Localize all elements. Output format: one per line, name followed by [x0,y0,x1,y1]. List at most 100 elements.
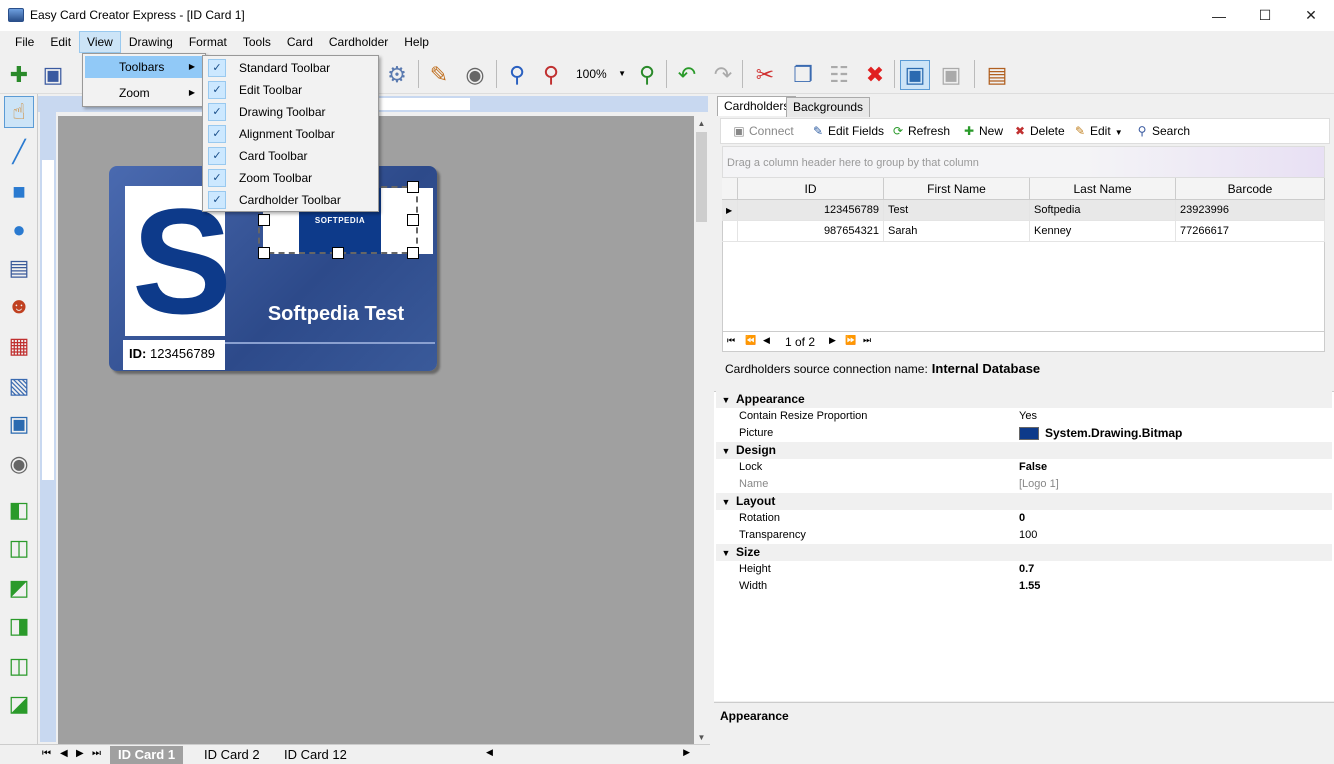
property-row[interactable]: Width 1.55 [716,578,1332,595]
property-value[interactable]: 0 [1019,510,1025,527]
menu-cardholder[interactable]: Cardholder [321,31,396,53]
property-row[interactable]: Transparency 100 [716,527,1332,544]
fingerprint-icon[interactable]: ◉ [460,60,490,90]
resize-handle[interactable] [407,214,419,226]
new-button[interactable]: ✚ New [962,123,1003,139]
column-header-id[interactable]: ID [738,178,884,200]
table-cell[interactable]: Test [884,200,1030,221]
property-value[interactable]: 100 [1019,527,1037,544]
card-front-icon[interactable]: ▣ [900,60,930,90]
image-tool-icon[interactable]: ▣ [4,408,34,440]
next-sheet-icon[interactable]: ▶ [76,748,84,759]
prev-page-group-icon[interactable]: ⏪ [745,335,756,346]
close-button[interactable]: ✕ [1288,0,1334,31]
resize-handle[interactable] [332,247,344,259]
menu-help[interactable]: Help [396,31,437,53]
menu-edit[interactable]: Edit [42,31,79,53]
property-row[interactable]: Name [Logo 1] [716,476,1332,493]
table-cell[interactable]: Sarah [884,221,1030,242]
rectangle-tool-icon[interactable]: ■ [4,176,34,208]
column-header-last-name[interactable]: Last Name [1030,178,1176,200]
resize-handle[interactable] [407,247,419,259]
tab-id-card-12[interactable]: ID Card 12 [276,746,355,764]
menu-item-card-toolbar[interactable]: ✓ Card Toolbar [205,145,376,167]
menu-item-drawing-toolbar[interactable]: ✓ Drawing Toolbar [205,101,376,123]
horizontal-scrollbar[interactable]: ◀ ▶ [486,747,694,761]
menu-item-standard-toolbar[interactable]: ✓ Standard Toolbar [205,57,376,79]
first-page-icon[interactable]: ⏮ [727,335,735,346]
property-value[interactable]: System.Drawing.Bitmap [1019,425,1182,442]
scrollbar-thumb[interactable] [696,132,707,222]
fingerprint-tool-icon[interactable]: ◉ [4,448,34,480]
property-value[interactable]: False [1019,459,1047,476]
align-bottom-icon[interactable]: ◪ [4,688,34,720]
column-header-barcode[interactable]: Barcode [1176,178,1325,200]
vertical-scrollbar[interactable]: ▲ ▼ [694,116,709,746]
prev-page-icon[interactable]: ◀ [763,335,770,346]
menu-format[interactable]: Format [181,31,235,53]
collapse-icon[interactable]: ▼ [716,392,736,409]
menu-file[interactable]: File [7,31,42,53]
prev-sheet-icon[interactable]: ◀ [60,748,68,759]
line-tool-icon[interactable]: ╱ [4,136,34,168]
property-row[interactable]: Contain Resize Proportion Yes [716,408,1332,425]
copy-icon[interactable]: ❐ [788,60,818,90]
search-button[interactable]: ⚲ Search [1135,123,1190,139]
collapse-icon[interactable]: ▼ [716,545,736,562]
menu-view[interactable]: View [79,31,121,53]
collapse-icon[interactable]: ▼ [716,494,736,511]
tab-cardholders[interactable]: Cardholders [717,96,797,116]
settings-icon[interactable]: ⚙ [382,60,412,90]
scroll-down-icon[interactable]: ▼ [694,730,709,745]
align-right-icon[interactable]: ◨ [4,610,34,642]
zoom-minus-icon[interactable]: ⚲ [536,60,566,90]
property-value[interactable]: 0.7 [1019,561,1034,578]
edit-fields-button[interactable]: ✎ Edit Fields [811,123,884,139]
tab-id-card-2[interactable]: ID Card 2 [196,746,268,764]
property-row[interactable]: Picture System.Drawing.Bitmap [716,425,1332,442]
align-top-icon[interactable]: ◩ [4,572,34,604]
photo-tool-icon[interactable]: ☻ [4,290,34,322]
pointer-hand-icon[interactable]: ☝ [4,96,34,128]
delete-icon[interactable]: ✖ [860,60,890,90]
barcode-tool-icon[interactable]: ▧ [4,370,34,402]
scroll-left-icon[interactable]: ◀ [486,747,493,758]
menu-drawing[interactable]: Drawing [121,31,181,53]
menu-card[interactable]: Card [279,31,321,53]
resize-handle[interactable] [258,214,270,226]
refresh-button[interactable]: ⟳ Refresh [891,123,950,139]
table-cell[interactable]: Kenney [1030,221,1176,242]
cut-icon[interactable]: ✂ [750,60,780,90]
menu-item-cardholder-toolbar[interactable]: ✓ Cardholder Toolbar [205,189,376,211]
property-value[interactable]: Yes [1019,408,1037,425]
card-id-field[interactable]: ID: 123456789 [123,340,225,370]
paste-icon[interactable]: ☷ [824,60,854,90]
table-cell[interactable]: 123456789 [738,200,884,221]
cardholder-edit-icon[interactable]: ✎ [424,60,454,90]
menu-tools[interactable]: Tools [235,31,279,53]
zoom-out-icon[interactable]: ⚲ [502,60,532,90]
tab-backgrounds[interactable]: Backgrounds [786,97,871,117]
redo-icon[interactable]: ↷ [708,60,738,90]
connect-button[interactable]: ▣ Connect [732,123,793,139]
menu-item-zoom-toolbar[interactable]: ✓ Zoom Toolbar [205,167,376,189]
menu-item-edit-toolbar[interactable]: ✓ Edit Toolbar [205,79,376,101]
category-size[interactable]: ▼ Size [716,544,1332,561]
exit-icon[interactable]: ▤ [982,60,1012,90]
table-cell[interactable]: Softpedia [1030,200,1176,221]
last-sheet-icon[interactable]: ⏭ [92,748,101,759]
property-row[interactable]: Height 0.7 [716,561,1332,578]
scroll-up-icon[interactable]: ▲ [694,116,709,131]
last-page-icon[interactable]: ⏭ [863,335,871,346]
align-left-icon[interactable]: ◧ [4,494,34,526]
tab-id-card-1[interactable]: ID Card 1 [110,746,184,764]
zoom-select[interactable]: 100% ▼ [574,64,628,84]
ellipse-tool-icon[interactable]: ● [4,214,34,246]
table-cell[interactable]: 77266617 [1176,221,1325,242]
property-row[interactable]: Rotation 0 [716,510,1332,527]
field-tool-icon[interactable]: ▦ [4,330,34,362]
align-middle-icon[interactable]: ◫ [4,650,34,682]
new-card-icon[interactable]: ✚ [4,60,34,90]
menu-item-alignment-toolbar[interactable]: ✓ Alignment Toolbar [205,123,376,145]
resize-handle[interactable] [258,247,270,259]
